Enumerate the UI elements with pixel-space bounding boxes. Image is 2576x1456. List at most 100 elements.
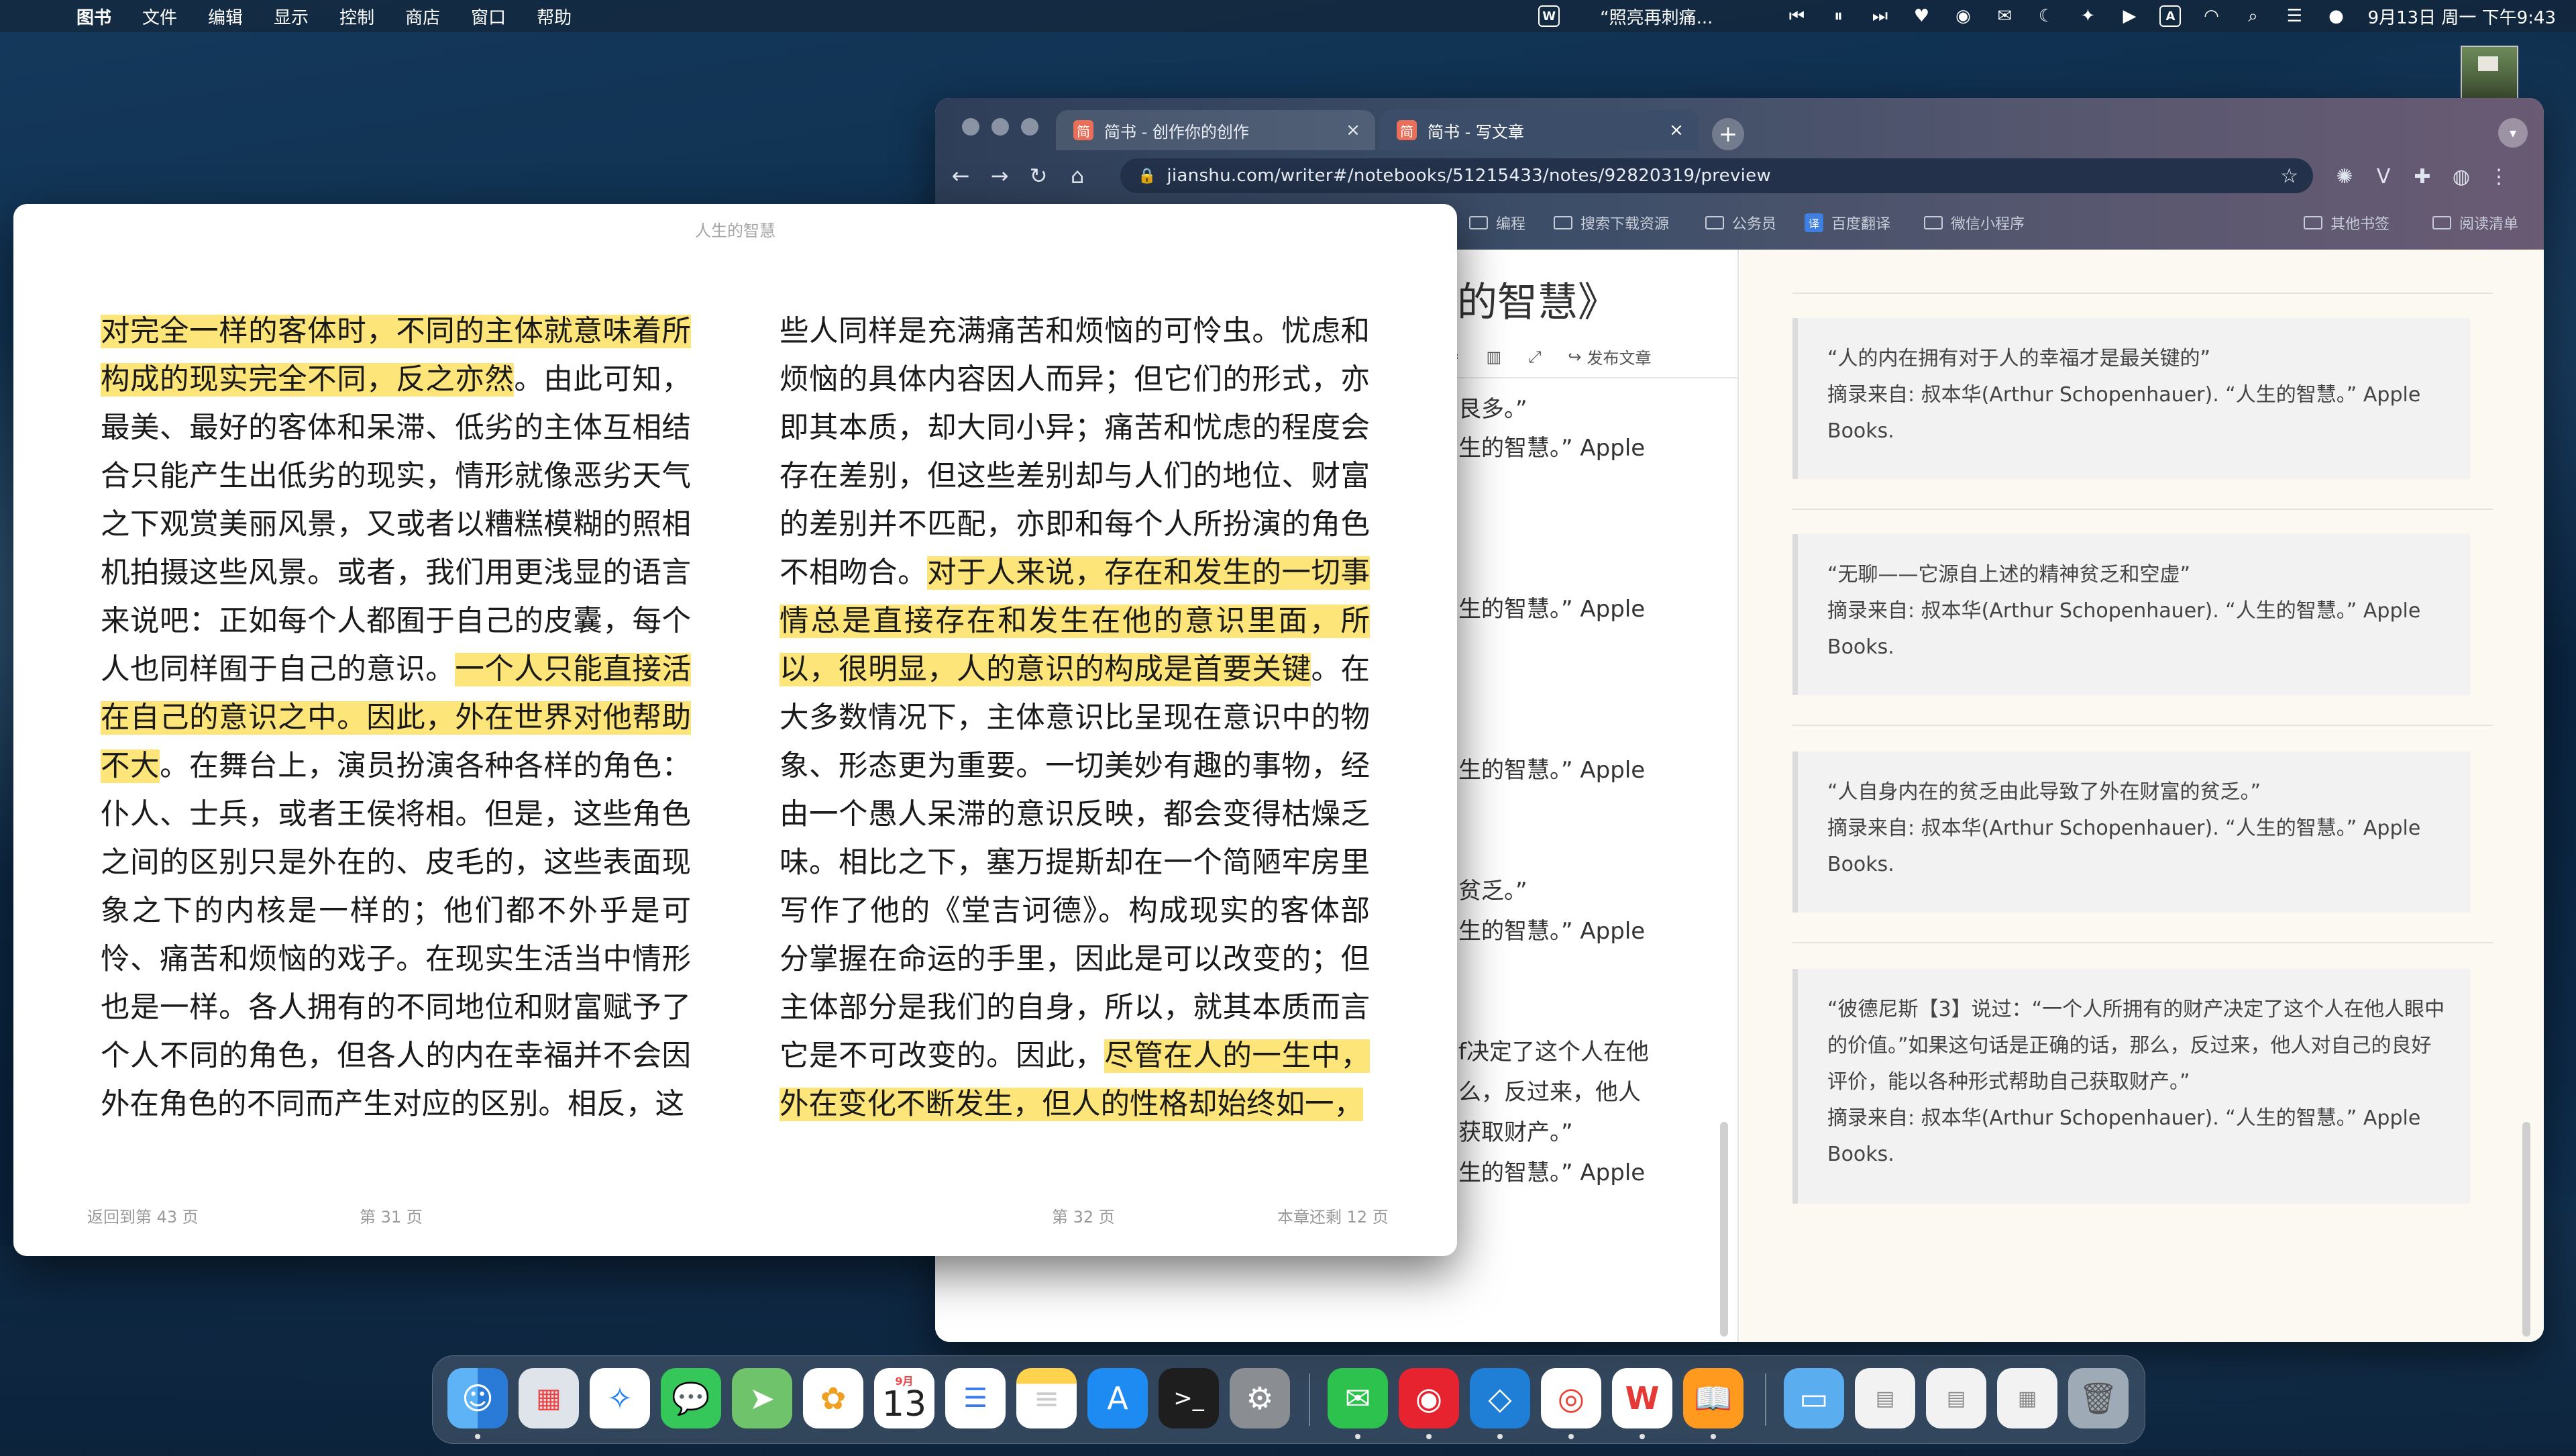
book-page-right[interactable]: 些人同样是充满痛苦和烦恼的可怜虫。忧虑和烦恼的具体内容因人而异；但它们的形式，亦… <box>780 307 1371 1129</box>
safari-icon[interactable]: ✧ <box>590 1368 650 1428</box>
input-method-icon[interactable]: A <box>2159 5 2182 27</box>
bookmark-folder-mini-program[interactable]: 微信小程序 <box>1924 212 2025 233</box>
extension-v-icon[interactable]: V <box>2369 162 2398 191</box>
editor-text-line[interactable]: 艮多。” <box>1458 391 1527 423</box>
terminal-icon[interactable]: >_ <box>1159 1368 1219 1428</box>
siri-icon[interactable]: ● <box>2324 5 2347 28</box>
moon-icon[interactable]: ☾ <box>2035 5 2057 28</box>
menu-file[interactable]: 文件 <box>142 4 177 29</box>
recent-document-icon[interactable]: ▤ <box>1855 1368 1915 1428</box>
menu-view[interactable]: 显示 <box>274 4 309 29</box>
wps-status-icon[interactable]: W <box>1538 5 1560 27</box>
chapter-pages-remaining: 本章还剩 12 页 <box>1277 1208 1389 1227</box>
photos-icon[interactable]: ✿ <box>803 1368 863 1428</box>
bookmark-folder-programming[interactable]: 编程 <box>1469 212 1525 233</box>
calendar-icon[interactable]: 9月 13 <box>874 1368 934 1428</box>
wps-office-icon[interactable]: W <box>1612 1368 1672 1428</box>
netease-music-icon[interactable]: ◉ <box>1399 1368 1459 1428</box>
desktop-file-thumbnail[interactable] <box>2461 46 2518 103</box>
tab-search-icon[interactable]: ▾ <box>2498 118 2528 148</box>
app-store-icon[interactable]: A <box>1087 1368 1148 1428</box>
extension-aperture-icon[interactable]: ✺ <box>2330 162 2359 191</box>
reminders-icon[interactable]: ☰ <box>945 1368 1006 1428</box>
trash-icon[interactable]: 🗑 <box>2068 1368 2129 1428</box>
play-circle-icon[interactable]: ▶ <box>2118 5 2141 28</box>
publish-button[interactable]: ↪ 发布文章 <box>1568 345 1651 368</box>
address-url[interactable]: jianshu.com/writer#/notebooks/51215433/n… <box>1167 166 2280 186</box>
running-indicator <box>1497 1434 1503 1439</box>
article-title[interactable]: 的智慧》 <box>1457 270 1618 328</box>
messages-icon[interactable]: 💬 <box>661 1368 721 1428</box>
menu-clock[interactable]: 9月13日 周一 下午9:43 <box>2367 4 2556 29</box>
tab-jianshu-create[interactable]: 简 简书 - 创作你的创作 × <box>1056 110 1375 150</box>
fullscreen-icon[interactable]: ⤢ <box>1528 348 1541 366</box>
preview-scrollbar[interactable] <box>2522 1122 2530 1337</box>
editor-text-line[interactable]: 么，反过来，他人 <box>1458 1074 1641 1106</box>
bookmark-star-icon[interactable]: ☆ <box>2280 164 2298 188</box>
editor-text-line[interactable]: 生的智慧。” Apple <box>1458 429 1645 462</box>
downloads-folder-icon[interactable]: ▭ <box>1784 1368 1844 1428</box>
next-track-icon[interactable]: ⏭ <box>1868 5 1891 28</box>
menu-window[interactable]: 窗口 <box>471 4 506 29</box>
menu-store[interactable]: 商店 <box>405 4 440 29</box>
bookmark-reading-list[interactable]: 阅读清单 <box>2432 212 2518 233</box>
menu-controls[interactable]: 控制 <box>339 4 374 29</box>
bookmark-folder-downloads[interactable]: 搜索下载资源 <box>1554 212 1669 233</box>
zoom-window-button[interactable] <box>1021 118 1038 136</box>
recent-document-icon[interactable]: ▤ <box>1926 1368 1986 1428</box>
notes-icon[interactable]: ≡ <box>1016 1368 1077 1428</box>
split-view-icon[interactable]: ▥ <box>1487 348 1502 366</box>
wechat-icon[interactable]: ✉ <box>1328 1368 1388 1428</box>
netease-music-icon[interactable]: ◉ <box>1951 5 1974 28</box>
home-icon[interactable]: ⌂ <box>1064 162 1091 189</box>
wechat-status-icon[interactable]: ✉ <box>1993 5 2016 28</box>
spotlight-search-icon[interactable]: ⌕ <box>2241 5 2264 28</box>
books-icon[interactable]: 📖 <box>1683 1368 1743 1428</box>
editor-text-line[interactable]: 生的智慧。” Apple <box>1458 1154 1645 1187</box>
profile-avatar-icon[interactable]: ◍ <box>2447 162 2475 191</box>
system-preferences-icon[interactable]: ⚙ <box>1230 1368 1290 1428</box>
new-tab-button[interactable]: + <box>1712 118 1744 150</box>
extensions-puzzle-icon[interactable]: ✚ <box>2408 162 2436 191</box>
close-window-button[interactable] <box>962 118 979 136</box>
editor-text-line[interactable]: 生的智慧。” Apple <box>1458 751 1645 784</box>
bookmark-baidu-translate[interactable]: 译百度翻译 <box>1805 212 1890 233</box>
menu-help[interactable]: 帮助 <box>537 4 572 29</box>
control-center-icon[interactable]: ☰ <box>2283 5 2306 28</box>
vscode-icon[interactable]: ◇ <box>1470 1368 1530 1428</box>
back-arrow-icon[interactable]: ← <box>947 162 974 189</box>
address-bar[interactable]: 🔒 jianshu.com/writer#/notebooks/51215433… <box>1120 158 2313 193</box>
chrome-icon[interactable]: ◎ <box>1541 1368 1601 1428</box>
minimize-window-button[interactable] <box>991 118 1009 136</box>
forward-arrow-icon[interactable]: → <box>986 162 1013 189</box>
menu-edit[interactable]: 编辑 <box>208 4 243 29</box>
book-page-left[interactable]: 对完全一样的客体时，不同的主体就意味着所构成的现实完全不同，反之亦然。由此可知，… <box>101 307 692 1129</box>
editor-text-line[interactable]: f决定了这个人在他 <box>1458 1033 1649 1066</box>
back-to-page-link[interactable]: 返回到第 43 页 <box>87 1204 199 1227</box>
tab-jianshu-write[interactable]: 简 简书 - 写文章 × <box>1379 110 1699 150</box>
reload-icon[interactable]: ↻ <box>1025 162 1052 189</box>
now-playing-text[interactable]: “照亮再刺痛... <box>1600 4 1713 29</box>
tab-close-icon[interactable]: × <box>1666 120 1686 140</box>
launchpad-icon[interactable]: ▦ <box>519 1368 579 1428</box>
finder-icon[interactable]: ☺ <box>447 1368 508 1428</box>
editor-text-line[interactable]: 生的智慧。” Apple <box>1458 590 1645 623</box>
running-indicator <box>475 1434 480 1439</box>
bookmark-folder-civil-service[interactable]: 公务员 <box>1705 212 1776 233</box>
bookmark-other[interactable]: 其他书签 <box>2304 212 2390 233</box>
menu-app-name[interactable]: 图书 <box>76 4 111 29</box>
editor-text-line[interactable]: 获取财产。” <box>1458 1114 1573 1147</box>
tab-close-icon[interactable]: × <box>1343 120 1363 140</box>
wifi-icon[interactable]: ◠ <box>2200 5 2222 28</box>
quote-block: “人的内在拥有对于人的幸福才是最关键的” 摘录来自: 叔本华(Arthur Sc… <box>1792 318 2470 479</box>
editor-scrollbar[interactable] <box>1720 1122 1728 1337</box>
sparkle-icon[interactable]: ✦ <box>2076 5 2099 28</box>
editor-text-line[interactable]: 贫乏。” <box>1458 872 1527 905</box>
pause-icon[interactable]: ⏸ <box>1827 5 1849 28</box>
editor-text-line[interactable]: 生的智慧。” Apple <box>1458 913 1645 945</box>
maps-icon[interactable]: ➤ <box>732 1368 792 1428</box>
chrome-menu-icon[interactable]: ⋮ <box>2485 162 2513 191</box>
recent-document-icon[interactable]: ▦ <box>1997 1368 2057 1428</box>
previous-track-icon[interactable]: ⏮ <box>1785 5 1808 28</box>
heart-icon[interactable]: ♥ <box>1910 5 1933 28</box>
